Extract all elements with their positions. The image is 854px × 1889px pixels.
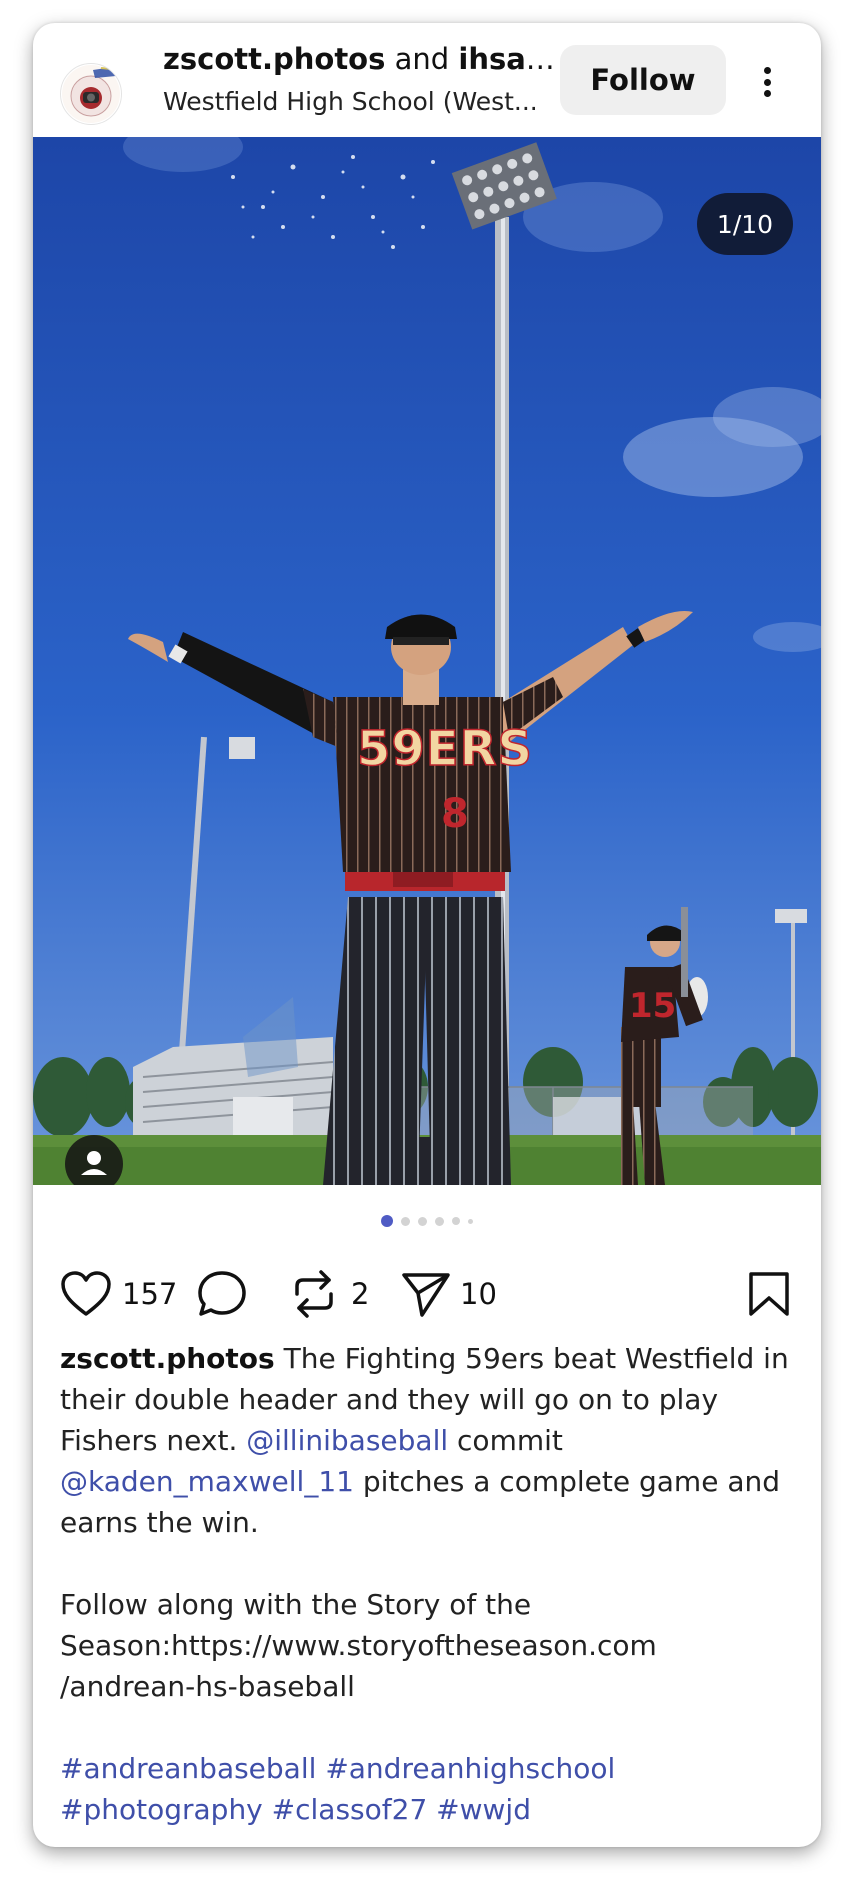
caption-paragraph-2: Follow along with the Story of the Seaso… (60, 1588, 657, 1703)
author-name[interactable]: zscott.photos (163, 42, 385, 76)
author-avatar[interactable] (60, 63, 122, 125)
bookmark-icon[interactable] (747, 1270, 791, 1318)
hashtag-link[interactable]: #photography (60, 1793, 263, 1826)
coauthor-name[interactable]: ihsaa.... (458, 42, 573, 76)
follow-button[interactable]: Follow (560, 45, 726, 115)
comment-icon[interactable] (196, 1269, 248, 1319)
repost-button[interactable]: 2 (291, 1251, 369, 1337)
carousel-dot (401, 1216, 410, 1226)
svg-text:8: 8 (441, 791, 469, 837)
like-button[interactable]: 157 (60, 1251, 177, 1337)
hashtag-link[interactable]: #andreanbaseball (60, 1752, 316, 1785)
hashtag-link[interactable]: #wwjd (436, 1793, 531, 1826)
more-options-icon[interactable] (755, 57, 779, 107)
post-location[interactable]: Westfield High School (West... (163, 87, 573, 116)
share-count: 10 (460, 1277, 497, 1311)
post-photo[interactable]: 15 59ERS 8 1/10 (33, 137, 821, 1185)
svg-text:15: 15 (629, 986, 676, 1026)
hashtag-link[interactable]: #andreanhighschool (325, 1752, 615, 1785)
carousel-indicator (33, 1211, 821, 1231)
share-button[interactable]: 10 (400, 1251, 497, 1337)
post-header: zscott.photos and ihsaa.... Westfield Hi… (33, 23, 821, 137)
carousel-dot (418, 1216, 427, 1226)
media-counter-badge: 1/10 (697, 193, 793, 255)
repost-count: 2 (351, 1277, 370, 1311)
mention-link[interactable]: @illinibaseball (246, 1424, 448, 1457)
hashtag-link[interactable]: #classof27 (272, 1793, 428, 1826)
carousel-dot (435, 1216, 444, 1226)
tagged-users-icon[interactable] (65, 1135, 123, 1185)
repost-icon[interactable] (291, 1268, 337, 1320)
mention-link[interactable]: @kaden_maxwell_11 (60, 1465, 354, 1498)
author-connector: and (394, 42, 450, 76)
carousel-dot (452, 1217, 460, 1225)
comment-button[interactable] (196, 1251, 248, 1337)
post-card: zscott.photos and ihsaa.... Westfield Hi… (33, 23, 821, 1847)
carousel-dot (468, 1218, 473, 1224)
caption-paragraph-1: zscott.photos The Fighting 59ers beat We… (60, 1338, 800, 1543)
action-bar: 157 2 10 (33, 1251, 821, 1337)
baseball-photo: 15 59ERS 8 (33, 137, 821, 1185)
save-button[interactable] (747, 1251, 791, 1337)
send-icon[interactable] (400, 1269, 452, 1319)
carousel-dot-active (381, 1215, 393, 1227)
svg-text:59ERS: 59ERS (357, 721, 533, 777)
caption-username[interactable]: zscott.photos (60, 1342, 275, 1375)
heart-icon[interactable] (60, 1270, 112, 1318)
caption-text: commit (448, 1424, 563, 1457)
like-count: 157 (122, 1277, 178, 1311)
post-authors[interactable]: zscott.photos and ihsaa.... (163, 42, 573, 76)
post-caption: zscott.photos The Fighting 59ers beat We… (60, 1338, 800, 1830)
caption-hashtags: #andreanbaseball #andreanhighschool #pho… (60, 1748, 800, 1830)
